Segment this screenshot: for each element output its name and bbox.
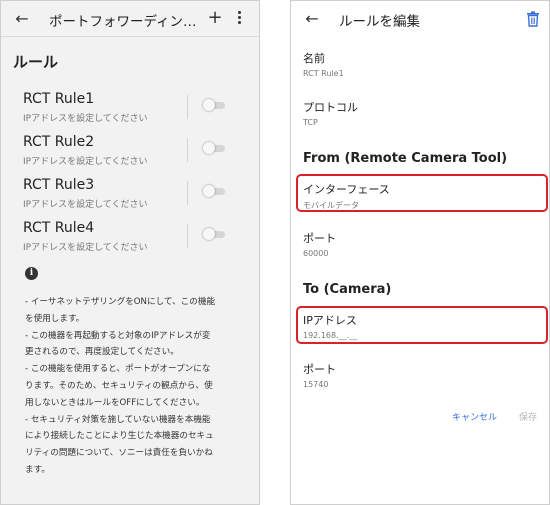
field-label: ポート [303,363,336,376]
page-title: ルールを編集 [339,14,420,30]
cancel-button[interactable]: キャンセル [452,410,497,423]
back-arrow-icon[interactable]: ← [301,8,323,30]
rule-name: RCT Rule1 [23,91,95,107]
field-value: 192.168.__.__ [303,331,358,340]
field-label: 名前 [303,52,325,65]
rule-subtitle: IPアドレスを設定してください [23,243,148,253]
rule-item[interactable]: RCT Rule4 IPアドレスを設定してください [23,220,253,260]
rule-toggle[interactable] [203,228,225,240]
info-icon: i [25,267,38,280]
rule-subtitle: IPアドレスを設定してください [23,200,148,210]
field-value: モバイルデータ [303,201,359,210]
to-section-heading: To (Camera) [303,282,392,297]
back-arrow-icon[interactable]: ← [11,8,33,30]
port-forwarding-screen: ← ポートフォワーディン… + ルール RCT Rule1 IPアドレスを設定し… [0,0,260,505]
field-value: TCP [303,118,318,127]
note-line: - この機器を再起動すると対象のIPアドレスが変 [25,330,211,341]
note-line: ます。 [25,464,50,475]
field-value: 60000 [303,249,329,258]
interface-field[interactable]: インターフェース モバイルデータ [303,181,390,211]
protocol-field[interactable]: プロトコル TCP [303,99,358,127]
rule-toggle[interactable] [203,142,225,154]
delete-icon[interactable] [526,11,540,27]
divider [187,95,188,119]
rule-item[interactable]: RCT Rule2 IPアドレスを設定してください [23,134,253,174]
rule-subtitle: IPアドレスを設定してください [23,114,148,124]
app-bar: ← ポートフォワーディン… + [1,1,259,37]
divider [187,138,188,162]
name-field[interactable]: 名前 RCT Rule1 [303,50,344,78]
note-line: - イーサネットテザリングをONにして、この機能 [25,297,216,307]
note-line: により接続したことにより生じた本機器のセキュ [25,431,214,442]
edit-rule-screen: ← ルールを編集 名前 RCT Rule1 プロトコル TCP From (Re… [290,0,550,505]
note-line: 更されるので、再度設定してください。 [25,347,179,358]
add-rule-icon[interactable]: + [204,7,226,29]
field-value: 15740 [303,380,329,389]
rule-name: RCT Rule2 [23,134,95,150]
note-line: - この機能を使用すると、ポートがオープンにな [25,364,211,375]
rule-name: RCT Rule3 [23,177,95,193]
field-label: IPアドレス [303,314,357,327]
rule-name: RCT Rule4 [23,220,95,236]
field-label: インターフェース [303,183,390,196]
from-port-field[interactable]: ポート 60000 [303,230,336,258]
note-line: ります。そのため、セキュリティの観点から、使 [25,380,213,391]
field-label: ポート [303,232,336,245]
rule-subtitle: IPアドレスを設定してください [23,157,148,167]
rule-toggle[interactable] [203,185,225,197]
notes-text: - イーサネットテザリングをONにして、この機能 を使用します。 - この機器を… [25,294,247,479]
to-port-field[interactable]: ポート 15740 [303,361,336,389]
rules-section-title: ルール [13,53,59,71]
note-line: 用しないときはルールをOFFにしてください。 [25,397,205,408]
field-value: RCT Rule1 [303,69,344,78]
app-bar: ← ルールを編集 [291,1,549,37]
page-title: ポートフォワーディン… [49,14,197,30]
note-line: リティの問題について、ソニーは責任を負いかね [25,448,213,459]
divider [187,181,188,205]
save-button[interactable]: 保存 [519,410,537,423]
more-options-icon[interactable] [234,9,244,29]
rule-item[interactable]: RCT Rule1 IPアドレスを設定してください [23,91,253,131]
ip-address-field[interactable]: IPアドレス 192.168.__.__ [303,312,357,340]
divider [187,224,188,248]
rule-toggle[interactable] [203,99,225,111]
field-label: プロトコル [303,101,358,114]
note-line: - セキュリティ対策を施していない機器を本機能 [25,414,211,425]
from-section-heading: From (Remote Camera Tool) [303,151,508,166]
note-line: を使用します。 [25,313,85,324]
rule-item[interactable]: RCT Rule3 IPアドレスを設定してください [23,177,253,217]
